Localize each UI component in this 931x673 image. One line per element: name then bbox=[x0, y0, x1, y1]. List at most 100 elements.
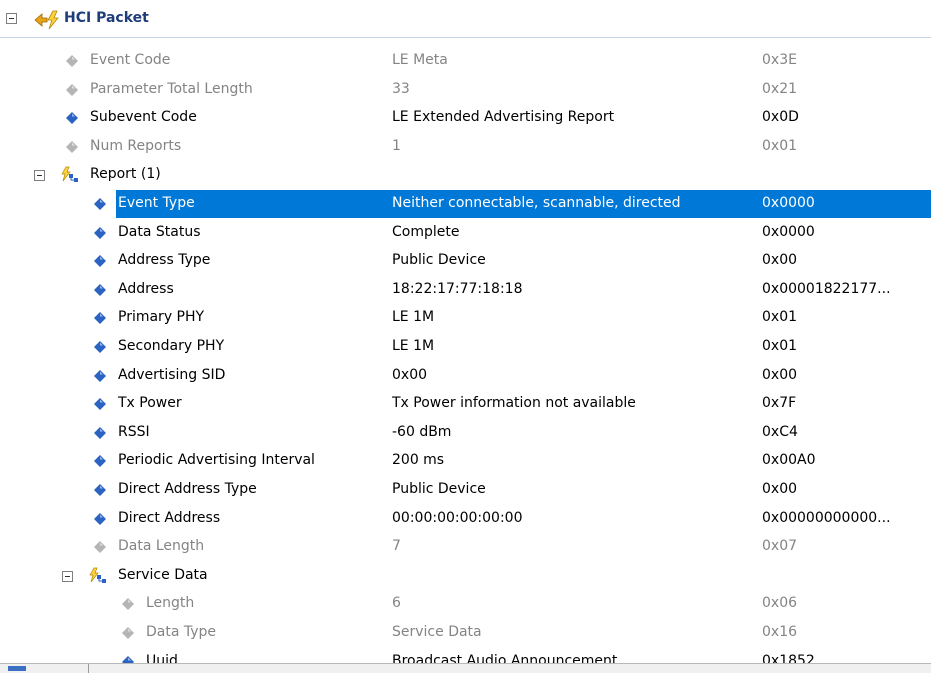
field-value: 1 bbox=[392, 137, 401, 154]
field-hex: 0x3E bbox=[762, 52, 797, 68]
field-label: Address bbox=[118, 280, 174, 297]
diamond-icon bbox=[122, 598, 134, 611]
field-label: Data Status bbox=[118, 223, 201, 240]
diamond-icon bbox=[94, 312, 106, 325]
diamond-icon bbox=[94, 341, 106, 353]
field-value: 33 bbox=[392, 80, 410, 97]
field-value: Broadcast Audio Announcement bbox=[392, 652, 618, 663]
field-hex: 0x01 bbox=[762, 338, 798, 354]
field-label: Parameter Total Length bbox=[90, 80, 253, 97]
field-hex: 0x0000 bbox=[762, 223, 815, 240]
collapse-toggle-icon[interactable] bbox=[34, 170, 45, 182]
collapse-toggle-icon[interactable] bbox=[62, 570, 73, 582]
field-hex: 0x00 bbox=[762, 252, 798, 269]
tree-group-row[interactable]: Service Data bbox=[0, 562, 931, 590]
field-hex: 0x07 bbox=[762, 538, 798, 555]
field-hex: 0x01 bbox=[762, 309, 798, 326]
diamond-icon bbox=[94, 198, 106, 210]
tree-row[interactable]: Direct Address Type Public Device 0x00 bbox=[0, 476, 931, 504]
tree-group-row[interactable]: Report (1) bbox=[0, 161, 931, 189]
tree-row[interactable]: Parameter Total Length 33 0x21 bbox=[0, 76, 931, 104]
field-hex: 0x06 bbox=[762, 595, 798, 612]
tree-row[interactable]: Direct Address 00:00:00:00:00:00 0x0000000… bbox=[0, 505, 931, 533]
diamond-icon bbox=[94, 226, 106, 239]
tree-row[interactable]: Address 18:22:17:77:18:18 0x00001822177... bbox=[0, 276, 931, 304]
field-value: Complete bbox=[392, 223, 460, 240]
field-hex: 0xC4 bbox=[762, 423, 798, 440]
field-hex: 0x00 bbox=[762, 481, 798, 497]
tree-row[interactable]: Secondary PHY LE 1M 0x01 bbox=[0, 333, 931, 361]
tree-row[interactable]: Uuid Broadcast Audio Announcement 0x1852 bbox=[0, 648, 931, 663]
tab-indicator[interactable] bbox=[8, 666, 26, 671]
field-value: LE Extended Advertising Report bbox=[392, 109, 615, 126]
field-value: Neither connectable, scannable, directed bbox=[392, 195, 681, 211]
field-label: Data Length bbox=[118, 538, 205, 555]
field-label: Event Type bbox=[118, 195, 195, 211]
group-structure-icon bbox=[89, 567, 106, 583]
tree-row[interactable]: Primary PHY LE 1M 0x01 bbox=[0, 304, 931, 332]
tree-row[interactable]: Periodic Advertising Interval 200 ms 0x00A… bbox=[0, 447, 931, 475]
field-value: Tx Power information not available bbox=[392, 395, 636, 412]
tree-row[interactable]: Subevent Code LE Extended Advertising Rep… bbox=[0, 104, 931, 132]
diamond-icon bbox=[122, 627, 134, 639]
field-label: Length bbox=[146, 595, 195, 612]
field-hex: 0x0D bbox=[762, 109, 799, 126]
field-hex: 0x16 bbox=[762, 624, 798, 640]
field-value: 00:00:00:00:00:00 bbox=[392, 509, 523, 526]
diamond-icon bbox=[66, 83, 78, 96]
diamond-icon bbox=[66, 112, 78, 125]
diamond-icon bbox=[94, 512, 106, 525]
field-value: 7 bbox=[392, 538, 401, 555]
field-hex: 0x0000 bbox=[762, 195, 815, 211]
field-hex: 0x7F bbox=[762, 395, 797, 412]
field-value: 0x00 bbox=[392, 366, 428, 383]
field-value: 18:22:17:77:18:18 bbox=[392, 280, 523, 297]
collapse-toggle-icon[interactable] bbox=[6, 13, 17, 24]
diamond-icon bbox=[94, 541, 106, 554]
diamond-icon bbox=[122, 655, 134, 663]
field-value: -60 dBm bbox=[392, 423, 452, 440]
arrow-lightning-icon bbox=[34, 10, 59, 30]
tree-row[interactable]: Data Length 7 0x07 bbox=[0, 533, 931, 561]
field-label: Tx Power bbox=[118, 395, 182, 412]
field-value: 200 ms bbox=[392, 452, 445, 469]
tree-row[interactable]: Num Reports 1 0x01 bbox=[0, 133, 931, 161]
field-hex: 0x1852 bbox=[762, 652, 815, 663]
tree-row[interactable]: Length 6 0x06 bbox=[0, 590, 931, 618]
tree-row[interactable]: Event Type Neither connectable, scannable… bbox=[0, 190, 931, 218]
field-value: LE 1M bbox=[392, 338, 435, 354]
field-hex: 0x00A0 bbox=[762, 452, 816, 469]
tree-row[interactable]: Tx Power Tx Power information not availab… bbox=[0, 390, 931, 418]
field-value: Service Data bbox=[392, 624, 482, 640]
group-structure-icon bbox=[61, 167, 78, 183]
bottom-tab-bar bbox=[0, 663, 931, 673]
field-value: LE 1M bbox=[392, 309, 435, 326]
field-hex: 0x00 bbox=[762, 366, 798, 383]
field-label: RSSI bbox=[118, 423, 150, 440]
packet-title: HCI Packet bbox=[64, 10, 149, 26]
field-value: LE Meta bbox=[392, 52, 448, 68]
field-label: Num Reports bbox=[90, 137, 182, 154]
diamond-icon bbox=[94, 283, 106, 296]
field-value: Public Device bbox=[392, 252, 486, 269]
field-value: Public Device bbox=[392, 481, 486, 497]
tree-row[interactable]: RSSI -60 dBm 0xC4 bbox=[0, 419, 931, 447]
diamond-icon bbox=[66, 55, 78, 67]
field-hex: 0x00001822177... bbox=[762, 280, 891, 297]
field-hex: 0x01 bbox=[762, 137, 798, 154]
tree-row[interactable]: Data Type Service Data 0x16 bbox=[0, 619, 931, 647]
tree-row[interactable]: Advertising SID 0x00 0x00 bbox=[0, 362, 931, 390]
tree-row[interactable]: Event Code LE Meta 0x3E bbox=[0, 47, 931, 75]
diamond-icon bbox=[94, 369, 106, 382]
tree-row[interactable]: Data Status Complete 0x0000 bbox=[0, 219, 931, 247]
packet-tree[interactable]: HCI Packet Event Code LE Meta 0x3E Paramete… bbox=[0, 0, 931, 663]
field-label: Address Type bbox=[118, 252, 211, 269]
field-value: 6 bbox=[392, 595, 401, 612]
diamond-icon bbox=[94, 398, 106, 411]
field-label: Secondary PHY bbox=[118, 338, 225, 354]
tree-header[interactable]: HCI Packet bbox=[0, 0, 931, 38]
diamond-icon bbox=[94, 455, 106, 468]
field-label: Report (1) bbox=[90, 166, 161, 183]
tree-row[interactable]: Address Type Public Device 0x00 bbox=[0, 247, 931, 275]
field-label: Primary PHY bbox=[118, 309, 205, 326]
